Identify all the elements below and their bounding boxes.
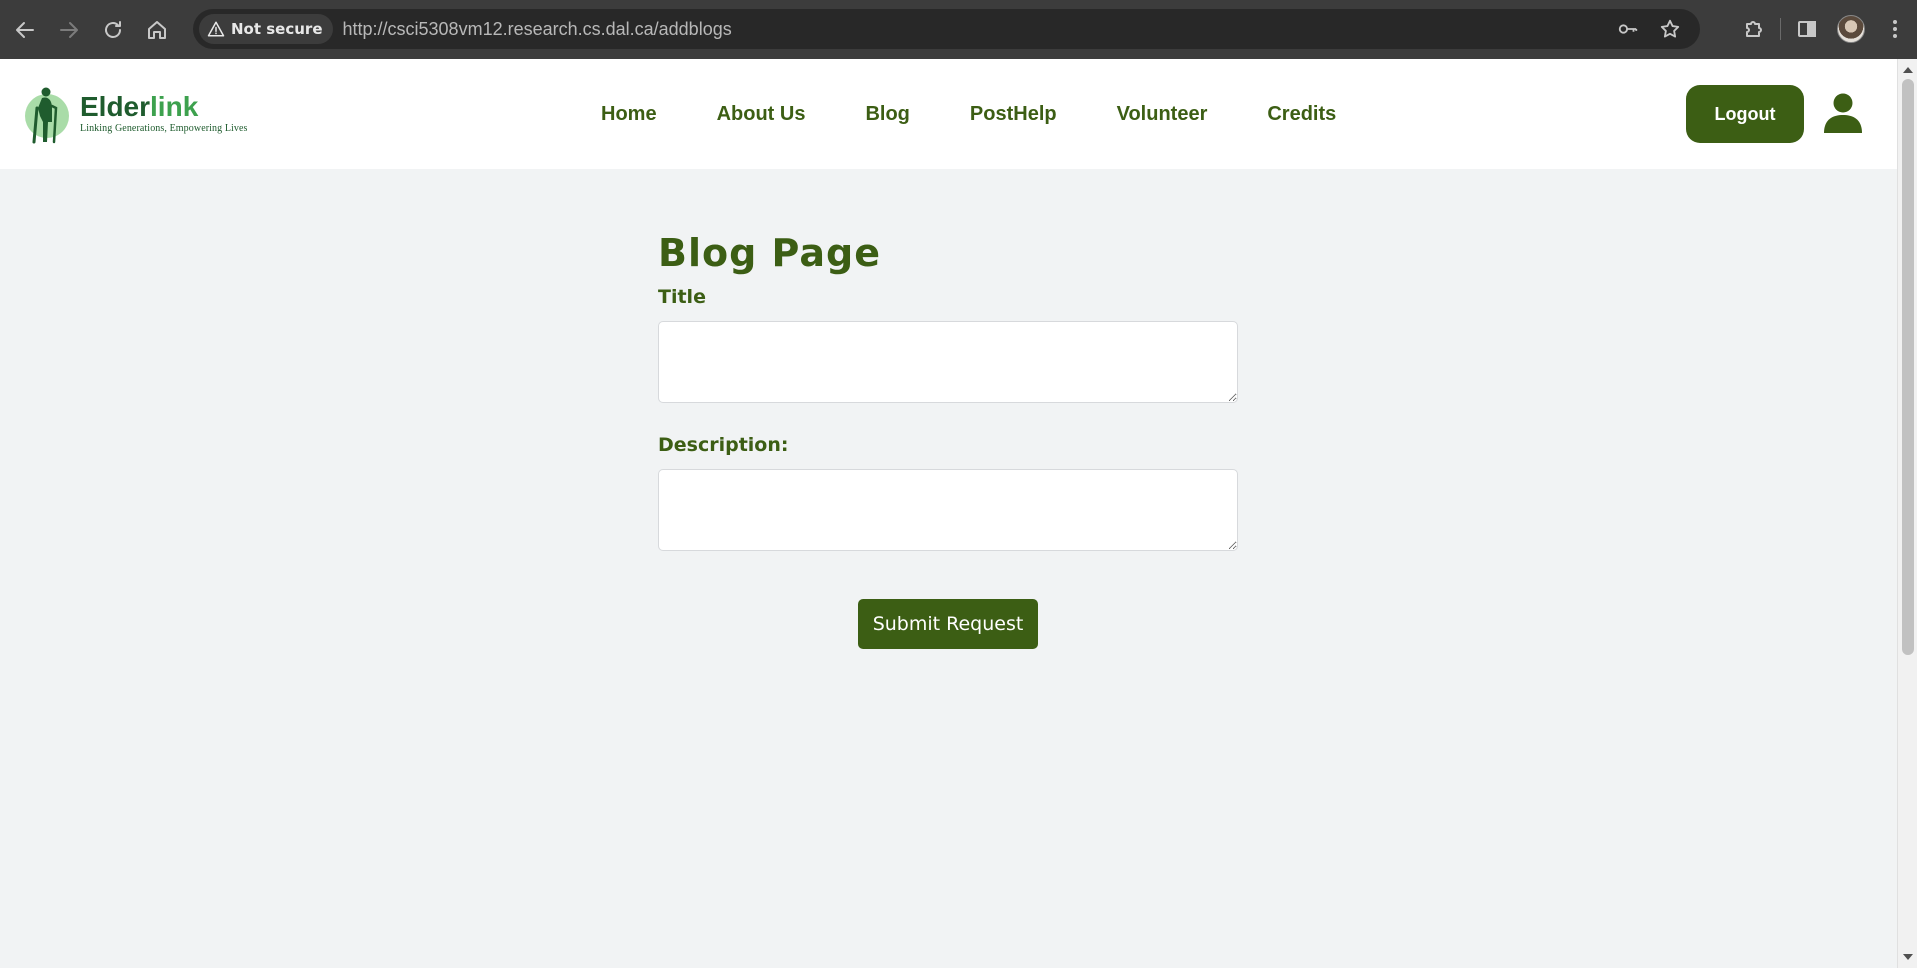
toolbar-divider bbox=[1780, 18, 1781, 40]
brand-tagline: Linking Generations, Empowering Lives bbox=[80, 123, 248, 134]
forward-button[interactable] bbox=[47, 8, 91, 52]
side-panel-button[interactable] bbox=[1785, 7, 1829, 51]
profile-avatar bbox=[1837, 15, 1865, 43]
browser-nav-buttons bbox=[3, 8, 179, 52]
nav-about-us[interactable]: About Us bbox=[717, 103, 806, 126]
page-title: Blog Page bbox=[658, 231, 881, 275]
address-bar-actions bbox=[1610, 9, 1688, 49]
brand-name: Elderlink bbox=[80, 92, 248, 122]
arrow-right-icon bbox=[60, 21, 78, 38]
elder-figure-icon bbox=[25, 87, 69, 144]
description-input[interactable] bbox=[658, 469, 1238, 551]
page-scrollbar[interactable] bbox=[1897, 59, 1917, 968]
brand-name-main: Elder bbox=[80, 91, 151, 122]
scroll-up-arrow-icon[interactable] bbox=[1903, 67, 1913, 73]
nav-credits[interactable]: Credits bbox=[1267, 103, 1336, 126]
nav-posthelp[interactable]: PostHelp bbox=[970, 103, 1057, 126]
star-icon bbox=[1660, 19, 1680, 38]
logo-text: Elderlink Linking Generations, Empowerin… bbox=[80, 92, 248, 135]
nav-blog[interactable]: Blog bbox=[865, 103, 909, 126]
security-label: Not secure bbox=[231, 20, 323, 38]
site-logo[interactable]: Elderlink Linking Generations, Empowerin… bbox=[24, 86, 248, 144]
warning-triangle-icon bbox=[207, 21, 225, 37]
extensions-button[interactable] bbox=[1732, 7, 1776, 51]
logout-button[interactable]: Logout bbox=[1686, 85, 1804, 143]
password-button[interactable] bbox=[1610, 11, 1646, 47]
nav-home[interactable]: Home bbox=[601, 103, 657, 126]
description-label: Description: bbox=[658, 434, 789, 456]
puzzle-icon bbox=[1746, 21, 1762, 37]
submit-row: Submit Request bbox=[658, 599, 1238, 649]
title-label: Title bbox=[658, 286, 706, 308]
key-icon bbox=[1618, 24, 1638, 34]
blog-form: Blog Page Title Description: Submit Requ… bbox=[658, 169, 1238, 649]
side-panel-icon bbox=[1798, 21, 1816, 37]
submit-request-button[interactable]: Submit Request bbox=[858, 599, 1038, 649]
browser-actions bbox=[1732, 7, 1917, 51]
reload-icon bbox=[105, 20, 121, 38]
brand-name-accent: link bbox=[150, 91, 199, 122]
home-button[interactable] bbox=[135, 8, 179, 52]
url-text[interactable]: http://csci5308vm12.research.cs.dal.ca/a… bbox=[343, 19, 732, 40]
user-icon[interactable] bbox=[1822, 92, 1864, 134]
browser-menu-button[interactable] bbox=[1873, 7, 1917, 51]
nav-volunteer[interactable]: Volunteer bbox=[1117, 103, 1208, 126]
reload-button[interactable] bbox=[91, 8, 135, 52]
main-nav: Home About Us Blog PostHelp Volunteer Cr… bbox=[601, 59, 1336, 169]
home-icon bbox=[148, 20, 166, 39]
profile-button[interactable] bbox=[1829, 7, 1873, 51]
address-bar[interactable]: Not secure http://csci5308vm12.research.… bbox=[193, 9, 1700, 49]
scroll-down-arrow-icon[interactable] bbox=[1903, 954, 1913, 960]
site-header: Elderlink Linking Generations, Empowerin… bbox=[0, 59, 1897, 169]
arrow-left-icon bbox=[16, 21, 34, 38]
kebab-menu-icon bbox=[1893, 20, 1897, 38]
browser-toolbar: Not secure http://csci5308vm12.research.… bbox=[0, 0, 1917, 59]
security-indicator[interactable]: Not secure bbox=[199, 14, 333, 44]
scroll-thumb[interactable] bbox=[1902, 79, 1914, 655]
back-button[interactable] bbox=[3, 8, 47, 52]
title-input[interactable] bbox=[658, 321, 1238, 403]
bookmark-button[interactable] bbox=[1652, 11, 1688, 47]
